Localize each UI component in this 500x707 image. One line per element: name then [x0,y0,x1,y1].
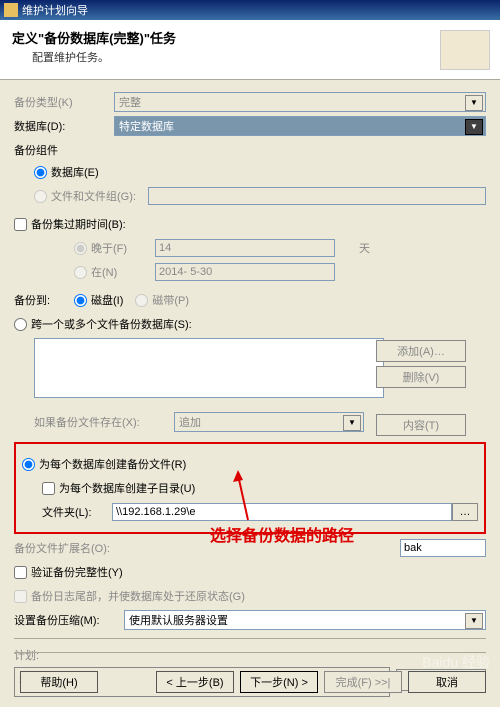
multi-file-radio[interactable]: 跨一个或多个文件备份数据库(S): [14,314,486,334]
next-button[interactable]: 下一步(N) > [240,671,318,693]
folder-label: 文件夹(L): [42,504,112,520]
page-subtitle: 配置维护任务。 [32,49,488,65]
tape-radio: 磁带(P) [135,292,189,308]
compress-label: 设置备份压缩(M): [14,612,124,628]
backup-to-label: 备份到: [14,292,74,308]
content: 备份类型(K) 完整 数据库(D): 特定数据库 备份组件 数据库(E) 文件和… [0,80,500,705]
app-icon [4,3,18,17]
watermark: Baidu 经验 [422,652,490,672]
backup-type-label: 备份类型(K) [14,94,114,110]
expire-checkbox[interactable]: 备份集过期时间(B): [14,214,486,234]
radio-filegroup [34,190,47,203]
expire-date-input [155,263,335,281]
wizard-footer: 帮助(H) < 上一步(B) 下一步(N) > 完成(F) >>| 取消 [0,669,500,695]
expire-days-input [155,239,335,257]
subdir-checkbox[interactable]: 为每个数据库创建子目录(U) [42,478,478,498]
verify-checkbox[interactable]: 验证备份完整性(Y) [14,562,486,582]
radio-on [74,266,87,279]
contents-button: 内容(T) [376,414,466,436]
header-image [440,30,490,70]
radio-after [74,242,87,255]
window-title: 维护计划向导 [22,2,88,18]
database-label: 数据库(D): [14,118,114,134]
tail-checkbox: 备份日志尾部，并使数据库处于还原状态(G) [14,586,486,606]
browse-button[interactable]: … [452,503,478,521]
add-button: 添加(A)… [376,340,466,362]
folder-input[interactable] [112,503,452,521]
database-select[interactable]: 特定数据库 [114,116,486,136]
checkbox-subdir[interactable] [42,482,55,495]
overwrite-select: 追加 [174,412,364,432]
backup-type-select: 完整 [114,92,486,112]
overwrite-label: 如果备份文件存在(X): [34,414,174,430]
titlebar: 维护计划向导 [0,0,500,20]
component-filegroup-radio: 文件和文件组(G): [34,186,486,206]
checkbox-tail [14,590,27,603]
checkbox-expire[interactable] [14,218,27,231]
components-label: 备份组件 [14,142,486,158]
remove-button: 删除(V) [376,366,466,388]
disk-radio[interactable]: 磁盘(I) [74,292,123,308]
page-title: 定义"备份数据库(完整)"任务 [12,28,488,47]
expire-on-radio: 在(N) [74,262,486,282]
plan-label: 计划: [14,647,486,663]
expire-after-radio: 晚于(F) 天 [74,238,486,258]
cancel-button[interactable]: 取消 [408,671,486,693]
wizard-header: 定义"备份数据库(完整)"任务 配置维护任务。 [0,20,500,80]
radio-multifile[interactable] [14,318,27,331]
highlighted-section: 为每个数据库创建备份文件(R) 为每个数据库创建子目录(U) 文件夹(L): … [14,442,486,534]
ext-input[interactable] [400,539,486,557]
ext-label: 备份文件扩展名(O): [14,540,134,556]
files-listbox [34,338,384,398]
radio-db[interactable] [34,166,47,179]
help-button[interactable]: 帮助(H) [20,671,98,693]
back-button[interactable]: < 上一步(B) [156,671,234,693]
perdb-radio[interactable]: 为每个数据库创建备份文件(R) [22,454,478,474]
compress-select[interactable]: 使用默认服务器设置 [124,610,486,630]
checkbox-verify[interactable] [14,566,27,579]
component-db-radio[interactable]: 数据库(E) [34,162,486,182]
finish-button: 完成(F) >>| [324,671,402,693]
filegroup-input [148,187,486,205]
radio-perdb[interactable] [22,458,35,471]
